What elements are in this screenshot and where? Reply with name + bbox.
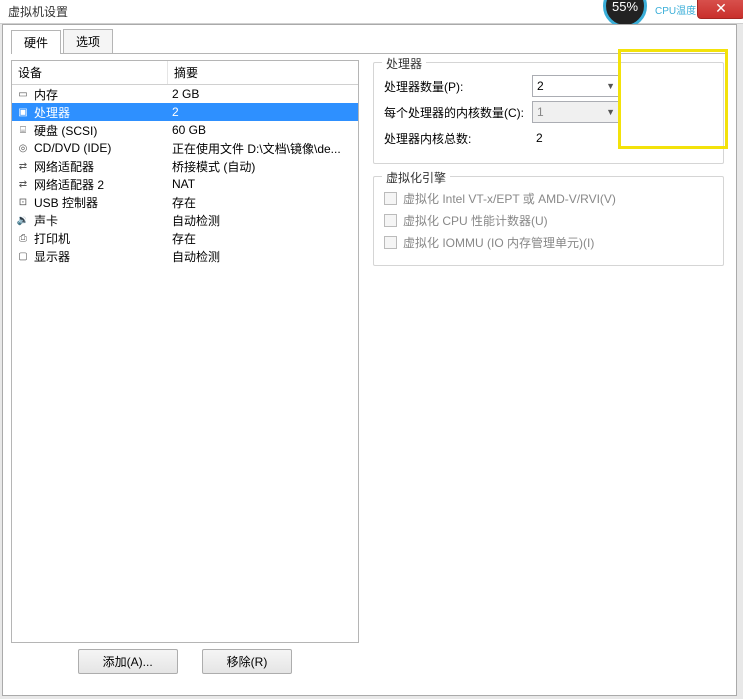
tab-options[interactable]: 选项 bbox=[63, 29, 113, 53]
device-icon: ▣ bbox=[16, 106, 30, 118]
device-name: 处理器 bbox=[34, 104, 70, 121]
device-icon: ⎙ bbox=[16, 232, 30, 244]
row-cores-per: 每个处理器的内核数量(C): 1 ▼ bbox=[384, 99, 713, 125]
window-title: 虚拟机设置 bbox=[8, 3, 68, 20]
label-total-cores: 处理器内核总数: bbox=[384, 130, 532, 147]
device-icon: ▢ bbox=[16, 250, 30, 262]
window-body: 硬件 选项 设备 摘要 ▭ 内存 2 GB ▣ 处理器 2 ⌸ 硬盘 (SCSI) 60 GB ◎… bbox=[2, 24, 737, 696]
device-icon: ⇄ bbox=[16, 160, 30, 172]
device-row[interactable]: ▭ 内存 2 GB bbox=[12, 85, 358, 103]
left-column: 设备 摘要 ▭ 内存 2 GB ▣ 处理器 2 ⌸ 硬盘 (SCSI) 60 GB ◎ CD/DVD… bbox=[11, 60, 359, 680]
device-icon: 🔉 bbox=[16, 214, 30, 226]
device-icon: ▭ bbox=[16, 88, 30, 100]
device-list[interactable]: ▭ 内存 2 GB ▣ 处理器 2 ⌸ 硬盘 (SCSI) 60 GB ◎ CD/DVD (IDE)… bbox=[12, 85, 358, 642]
processor-fieldset: 处理器 处理器数量(P): 2 ▼ 每个处理器的内核数量(C): bbox=[373, 62, 724, 164]
label-cores-per: 每个处理器的内核数量(C): bbox=[384, 104, 536, 121]
device-name: 硬盘 (SCSI) bbox=[34, 122, 97, 139]
virt-engine-legend: 虚拟化引擎 bbox=[382, 169, 450, 186]
virt-engine-fieldset: 虚拟化引擎 虚拟化 Intel VT-x/EPT 或 AMD-V/RVI(V) … bbox=[373, 176, 724, 266]
checkbox-iommu[interactable]: 虚拟化 IOMMU (IO 内存管理单元)(I) bbox=[384, 231, 713, 253]
row-processor-count: 处理器数量(P): 2 ▼ bbox=[384, 73, 713, 99]
processor-count-value: 2 bbox=[537, 79, 544, 93]
device-summary: NAT bbox=[168, 177, 358, 191]
select-cores-per[interactable]: 1 ▼ bbox=[532, 101, 620, 123]
tab-bar: 硬件 选项 bbox=[11, 29, 728, 54]
device-panel: 设备 摘要 ▭ 内存 2 GB ▣ 处理器 2 ⌸ 硬盘 (SCSI) 60 GB ◎ CD/DVD… bbox=[11, 60, 359, 643]
device-summary: 自动检测 bbox=[168, 212, 358, 229]
device-row[interactable]: ▣ 处理器 2 bbox=[12, 103, 358, 121]
title-bar: 虚拟机设置 55% CPU温度 ✕ bbox=[0, 0, 743, 24]
checkbox-label-vtx: 虚拟化 Intel VT-x/EPT 或 AMD-V/RVI(V) bbox=[403, 190, 616, 207]
remove-button[interactable]: 移除(R) bbox=[202, 649, 293, 674]
device-list-header: 设备 摘要 bbox=[12, 61, 358, 85]
device-summary: 存在 bbox=[168, 194, 358, 211]
device-name: 网络适配器 2 bbox=[34, 176, 104, 193]
processor-legend: 处理器 bbox=[382, 55, 426, 72]
device-buttons: 添加(A)... 移除(R) bbox=[11, 643, 359, 680]
total-cores-value: 2 bbox=[532, 131, 713, 145]
device-icon: ⌸ bbox=[16, 124, 30, 136]
device-name: 打印机 bbox=[34, 230, 70, 247]
device-name: 内存 bbox=[34, 86, 58, 103]
device-summary: 2 GB bbox=[168, 87, 358, 101]
device-icon: ◎ bbox=[16, 142, 30, 154]
right-panel: 处理器 处理器数量(P): 2 ▼ 每个处理器的内核数量(C): bbox=[369, 60, 728, 680]
device-row[interactable]: ⊡ USB 控制器 存在 bbox=[12, 193, 358, 211]
select-processor-count[interactable]: 2 ▼ bbox=[532, 75, 620, 97]
device-summary: 2 bbox=[168, 105, 358, 119]
device-icon: ⊡ bbox=[16, 196, 30, 208]
device-name: 显示器 bbox=[34, 248, 70, 265]
device-row[interactable]: ⎙ 打印机 存在 bbox=[12, 229, 358, 247]
checkbox-label-iommu: 虚拟化 IOMMU (IO 内存管理单元)(I) bbox=[403, 234, 594, 251]
checkbox-vt-x[interactable]: 虚拟化 Intel VT-x/EPT 或 AMD-V/RVI(V) bbox=[384, 187, 713, 209]
device-summary: 60 GB bbox=[168, 123, 358, 137]
tab-hardware[interactable]: 硬件 bbox=[11, 30, 61, 54]
content-area: 设备 摘要 ▭ 内存 2 GB ▣ 处理器 2 ⌸ 硬盘 (SCSI) 60 GB ◎ CD/DVD… bbox=[11, 60, 728, 680]
checkbox-cpu-counters[interactable]: 虚拟化 CPU 性能计数器(U) bbox=[384, 209, 713, 231]
column-device: 设备 bbox=[12, 61, 168, 84]
device-name: CD/DVD (IDE) bbox=[34, 141, 111, 155]
device-icon: ⇄ bbox=[16, 178, 30, 190]
device-summary: 存在 bbox=[168, 230, 358, 247]
row-total-cores: 处理器内核总数: 2 bbox=[384, 125, 713, 151]
device-summary: 正在使用文件 D:\文档\镜像\de... bbox=[168, 140, 358, 157]
device-row[interactable]: ⇄ 网络适配器 2 NAT bbox=[12, 175, 358, 193]
checkbox-label-counters: 虚拟化 CPU 性能计数器(U) bbox=[403, 212, 548, 229]
device-row[interactable]: 🔉 声卡 自动检测 bbox=[12, 211, 358, 229]
column-summary: 摘要 bbox=[168, 61, 358, 84]
device-name: 声卡 bbox=[34, 212, 58, 229]
chevron-down-icon: ▼ bbox=[606, 107, 615, 117]
device-summary: 自动检测 bbox=[168, 248, 358, 265]
device-name: 网络适配器 bbox=[34, 158, 94, 175]
checkbox-icon bbox=[384, 192, 397, 205]
add-button[interactable]: 添加(A)... bbox=[78, 649, 178, 674]
device-row[interactable]: ⌸ 硬盘 (SCSI) 60 GB bbox=[12, 121, 358, 139]
device-row[interactable]: ◎ CD/DVD (IDE) 正在使用文件 D:\文档\镜像\de... bbox=[12, 139, 358, 157]
checkbox-icon bbox=[384, 236, 397, 249]
gauge-label: CPU温度 bbox=[655, 2, 696, 17]
device-row[interactable]: ⇄ 网络适配器 桥接模式 (自动) bbox=[12, 157, 358, 175]
device-row[interactable]: ▢ 显示器 自动检测 bbox=[12, 247, 358, 265]
chevron-down-icon: ▼ bbox=[606, 81, 615, 91]
close-button[interactable]: ✕ bbox=[697, 0, 743, 19]
label-processor-count: 处理器数量(P): bbox=[384, 78, 532, 95]
device-summary: 桥接模式 (自动) bbox=[168, 158, 358, 175]
checkbox-icon bbox=[384, 214, 397, 227]
device-name: USB 控制器 bbox=[34, 194, 98, 211]
cores-per-value: 1 bbox=[537, 105, 544, 119]
